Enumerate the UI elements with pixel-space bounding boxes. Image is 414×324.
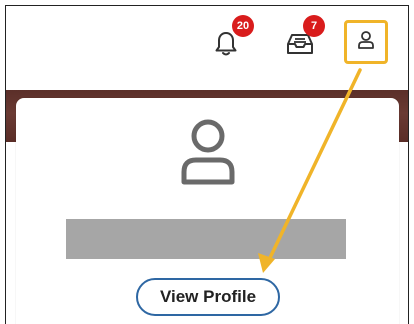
- inbox-count-badge: 7: [303, 15, 325, 37]
- profile-avatar: [176, 118, 240, 190]
- notifications-count-badge: 20: [232, 15, 254, 37]
- profile-menu-button[interactable]: [344, 20, 388, 64]
- user-icon: [357, 30, 375, 55]
- notifications-button[interactable]: [212, 31, 240, 61]
- bell-icon: [214, 30, 238, 63]
- view-profile-button[interactable]: View Profile: [136, 278, 280, 316]
- redacted-user-name: [66, 219, 346, 259]
- user-icon: [176, 116, 240, 193]
